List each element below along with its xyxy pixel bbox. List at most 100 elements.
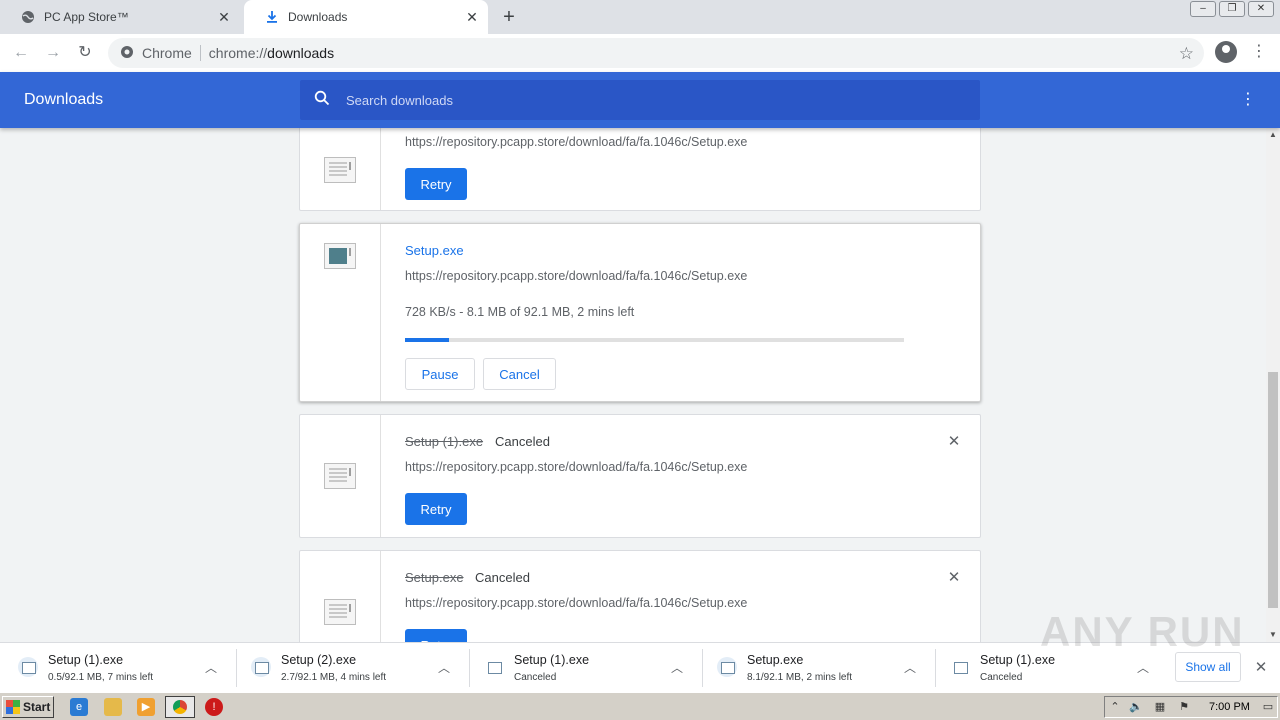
- chevron-up-icon[interactable]: ︿: [903, 659, 917, 676]
- start-label: Start: [23, 700, 51, 714]
- close-shelf-icon[interactable]: ✕: [1253, 658, 1269, 676]
- volume-icon[interactable]: 🔈: [1129, 700, 1143, 714]
- download-filename[interactable]: Setup.exe: [405, 243, 464, 258]
- shelf-item-status: 8.1/92.1 MB, 2 mins left: [747, 672, 853, 683]
- shelf-item-status: Canceled: [980, 672, 1023, 683]
- chrome-logo-icon: [120, 45, 134, 62]
- maximize-button[interactable]: ❐: [1219, 1, 1245, 17]
- scroll-down-arrow-icon[interactable]: ▼: [1266, 628, 1280, 642]
- file-icon: [324, 157, 356, 183]
- forward-button[interactable]: →: [42, 42, 64, 64]
- scrollbar-thumb[interactable]: [1268, 372, 1278, 608]
- tab-title: Downloads: [288, 10, 348, 24]
- chrome-taskbar-icon[interactable]: [165, 696, 195, 718]
- pause-button[interactable]: Pause: [405, 358, 475, 390]
- chevron-up-icon[interactable]: ⌃: [1108, 700, 1122, 714]
- vertical-scrollbar[interactable]: ▲ ▼: [1266, 128, 1280, 642]
- file-icon: [324, 463, 356, 489]
- download-progress-fill: [405, 338, 449, 342]
- search-input[interactable]: [346, 92, 946, 108]
- file-icon-column: [300, 415, 381, 537]
- windows-taskbar: Start e ▶ ! ⌃ 🔈 ▦ ⚑ 7:00 PM ▭: [0, 692, 1280, 720]
- shelf-item[interactable]: Setup (2).exe 2.7/92.1 MB, 4 mins left ︿: [233, 643, 465, 693]
- profile-avatar-icon[interactable]: [1215, 41, 1237, 63]
- downloads-list: https://repository.pcapp.store/download/…: [0, 128, 1266, 642]
- remove-item-icon[interactable]: ✕: [946, 570, 962, 586]
- address-bar[interactable]: Chrome chrome://downloads ☆: [108, 38, 1204, 68]
- remove-item-icon[interactable]: ✕: [946, 434, 962, 450]
- shelf-item[interactable]: Setup (1).exe Canceled ︿: [466, 643, 698, 693]
- internet-explorer-icon[interactable]: e: [70, 698, 88, 716]
- download-progress-bar: [405, 338, 904, 342]
- file-icon: [717, 657, 737, 677]
- download-url[interactable]: https://repository.pcapp.store/download/…: [405, 135, 747, 149]
- shelf-item-name: Setup (1).exe: [514, 653, 590, 667]
- close-tab-icon[interactable]: ✕: [216, 9, 232, 25]
- window-controls: – ❐ ✕: [1190, 1, 1274, 17]
- system-tray: ⌃ 🔈 ▦ ⚑ 7:00 PM ▭: [1104, 696, 1278, 718]
- show-all-button[interactable]: Show all: [1175, 652, 1241, 682]
- downloads-header: Downloads ⋮: [0, 72, 1280, 128]
- windows-logo-icon: [6, 700, 20, 714]
- download-item: https://repository.pcapp.store/download/…: [299, 128, 981, 211]
- file-icon: [484, 657, 504, 677]
- tab-pc-app-store[interactable]: PC App Store™ ✕: [0, 0, 240, 34]
- flag-icon[interactable]: ⚑: [1177, 700, 1191, 714]
- back-button[interactable]: ←: [10, 42, 32, 64]
- search-box[interactable]: [300, 80, 980, 120]
- file-icon: [324, 243, 356, 269]
- chevron-up-icon[interactable]: ︿: [437, 659, 451, 676]
- shelf-item-status: 0.5/92.1 MB, 7 mins left: [48, 672, 154, 683]
- show-desktop-icon[interactable]: ▭: [1261, 700, 1275, 714]
- file-icon-column: [300, 224, 381, 401]
- new-tab-button[interactable]: +: [498, 6, 520, 28]
- clock: 7:00 PM: [1209, 701, 1250, 713]
- page-title: Downloads: [24, 91, 104, 108]
- watermark-logo: ANY RUN: [1040, 608, 1245, 655]
- download-url[interactable]: https://repository.pcapp.store/download/…: [405, 460, 747, 474]
- antivirus-icon[interactable]: !: [205, 698, 223, 716]
- close-tab-icon[interactable]: ✕: [464, 9, 480, 25]
- shelf-item-status: Canceled: [514, 672, 557, 683]
- retry-button[interactable]: Retry: [405, 168, 467, 200]
- shelf-item-status: 2.7/92.1 MB, 4 mins left: [281, 672, 387, 683]
- retry-button[interactable]: Retry: [405, 629, 467, 642]
- download-url[interactable]: https://repository.pcapp.store/download/…: [405, 596, 747, 610]
- media-player-icon[interactable]: ▶: [137, 698, 155, 716]
- file-icon: [251, 657, 271, 677]
- tab-downloads[interactable]: Downloads ✕: [244, 0, 488, 34]
- download-item-active: Setup.exe https://repository.pcapp.store…: [299, 223, 981, 402]
- browser-menu-icon[interactable]: ⋮: [1251, 42, 1267, 62]
- download-filename: Setup (1).exe: [405, 434, 484, 449]
- chevron-up-icon[interactable]: ︿: [670, 659, 684, 676]
- shelf-item-name: Setup.exe: [747, 653, 804, 667]
- browser-toolbar: ← → ↻ Chrome chrome://downloads ☆ ⋮: [0, 34, 1280, 72]
- download-icon: [264, 9, 280, 25]
- bookmark-star-icon[interactable]: ☆: [1179, 44, 1194, 64]
- shelf-item[interactable]: Setup.exe 8.1/92.1 MB, 2 mins left ︿: [699, 643, 931, 693]
- minimize-button[interactable]: –: [1190, 1, 1216, 17]
- url-text: chrome://downloads: [208, 45, 335, 61]
- retry-button[interactable]: Retry: [405, 493, 467, 525]
- download-status: Canceled: [495, 434, 550, 449]
- download-status: Canceled: [475, 570, 530, 585]
- file-icon: [324, 599, 356, 625]
- chevron-up-icon[interactable]: ︿: [204, 659, 218, 676]
- download-item-canceled: Setup.exe Canceled ✕ https://repository.…: [299, 550, 981, 642]
- start-button[interactable]: Start: [2, 696, 54, 718]
- shelf-item[interactable]: Setup (1).exe 0.5/92.1 MB, 7 mins left ︿: [0, 643, 232, 693]
- download-item-canceled: Setup (1).exe Canceled ✕ https://reposit…: [299, 414, 981, 538]
- network-icon[interactable]: ▦: [1153, 700, 1167, 714]
- scroll-up-arrow-icon[interactable]: ▲: [1266, 128, 1280, 142]
- download-url[interactable]: https://repository.pcapp.store/download/…: [405, 269, 747, 283]
- chevron-up-icon[interactable]: ︿: [1136, 659, 1150, 676]
- downloads-menu-icon[interactable]: ⋮: [1240, 90, 1256, 110]
- globe-icon: [20, 9, 36, 25]
- close-window-button[interactable]: ✕: [1248, 1, 1274, 17]
- cancel-button[interactable]: Cancel: [483, 358, 556, 390]
- shelf-item-name: Setup (2).exe: [281, 653, 357, 667]
- search-icon: [314, 90, 330, 111]
- folder-icon[interactable]: [104, 698, 122, 716]
- reload-button[interactable]: ↻: [74, 42, 96, 64]
- shelf-item-name: Setup (1).exe: [48, 653, 124, 667]
